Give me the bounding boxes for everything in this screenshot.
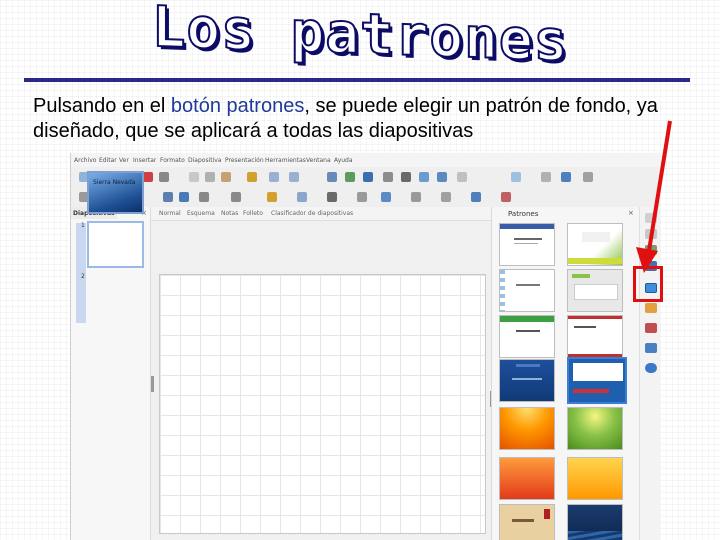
left-panel-splitter[interactable]: [151, 376, 154, 392]
cut-icon[interactable]: [189, 172, 199, 182]
pattern-template-3[interactable]: [499, 269, 555, 312]
menu-presentacion[interactable]: Presentación: [225, 157, 264, 164]
tab-notas[interactable]: Notas: [221, 210, 238, 217]
slide-thumbnail-2[interactable]: [87, 221, 144, 268]
slide-number-1: 1: [81, 222, 85, 229]
app-screenshot: Archivo Editar Ver Insertar Formato Diap…: [70, 153, 660, 540]
tab-folleto[interactable]: Folleto: [243, 210, 263, 217]
pattern-template-14[interactable]: [567, 504, 623, 540]
flowchart-icon[interactable]: [327, 192, 337, 202]
menu-editar[interactable]: Editar: [99, 157, 117, 164]
menu-herramientas[interactable]: Herramientas: [265, 157, 306, 164]
extrusion-icon[interactable]: [501, 192, 511, 202]
slide-thumbnail-1[interactable]: Sierra Nevada: [87, 171, 144, 214]
pattern-template-1[interactable]: [499, 223, 555, 266]
align-icon[interactable]: [441, 192, 451, 202]
menu-ver[interactable]: Ver: [119, 157, 129, 164]
connector-icon[interactable]: [199, 192, 209, 202]
fontwork-icon[interactable]: [401, 172, 411, 182]
patterns-panel-title: Patrones: [508, 210, 539, 218]
chart-icon[interactable]: [363, 172, 373, 182]
menu-ayuda[interactable]: Ayuda: [334, 157, 353, 164]
ellipse-icon[interactable]: [179, 192, 189, 202]
pattern-template-10[interactable]: [567, 407, 623, 450]
copy-icon[interactable]: [205, 172, 215, 182]
presentation-icon[interactable]: [561, 172, 571, 182]
help-icon[interactable]: [645, 363, 657, 373]
callout-arrow-icon: [636, 120, 672, 273]
points-icon[interactable]: [411, 192, 421, 202]
tab-esquema[interactable]: Esquema: [187, 210, 215, 217]
hyperlink-icon[interactable]: [419, 172, 429, 182]
pattern-template-9[interactable]: [499, 407, 555, 450]
slide-number-column-2: [76, 273, 86, 323]
zoom-icon[interactable]: [457, 172, 467, 182]
menu-insertar[interactable]: Insertar: [133, 157, 156, 164]
slide-description: Pulsando en el botón patrones, se puede …: [33, 94, 693, 144]
pattern-template-11[interactable]: [499, 457, 555, 500]
standard-toolbar: [71, 167, 660, 188]
options-icon[interactable]: [583, 172, 593, 182]
transition-icon[interactable]: [645, 323, 657, 333]
symbol-shapes-icon[interactable]: [267, 192, 277, 202]
basic-shapes-icon[interactable]: [231, 192, 241, 202]
rectangle-icon[interactable]: [163, 192, 173, 202]
tab-clasificador[interactable]: Clasificador de diapositivas: [271, 210, 353, 217]
pattern-template-6[interactable]: [567, 315, 623, 358]
slide-page[interactable]: [159, 274, 486, 534]
desc-part-1: Pulsando en el: [33, 95, 171, 117]
menu-diapositiva[interactable]: Diapositiva: [188, 157, 221, 164]
menu-archivo[interactable]: Archivo: [74, 157, 96, 164]
image-icon[interactable]: [345, 172, 355, 182]
slide-layout-icon[interactable]: [511, 172, 521, 182]
menu-formato[interactable]: Formato: [160, 157, 185, 164]
desc-highlight: botón patrones: [170, 95, 305, 117]
arrows-icon[interactable]: [297, 192, 307, 202]
print-icon[interactable]: [159, 172, 169, 182]
table-icon[interactable]: [327, 172, 337, 182]
undo-icon[interactable]: [269, 172, 279, 182]
paste-icon[interactable]: [221, 172, 231, 182]
tab-normal[interactable]: Normal: [159, 210, 181, 217]
display-icon[interactable]: [541, 172, 551, 182]
callouts-icon[interactable]: [357, 192, 367, 202]
pattern-template-12[interactable]: [567, 457, 623, 500]
redo-icon[interactable]: [289, 172, 299, 182]
arrange-icon[interactable]: [471, 192, 481, 202]
title-underline: [24, 78, 690, 82]
pattern-template-7[interactable]: [499, 359, 555, 402]
slide-number-column-1: [76, 223, 86, 273]
movie-icon[interactable]: [383, 172, 393, 182]
menu-bar: Archivo Editar Ver Insertar Formato Diap…: [71, 153, 660, 167]
pdf-icon[interactable]: [143, 172, 153, 182]
shapes-icon[interactable]: [645, 343, 657, 353]
drawing-toolbar: [71, 187, 660, 208]
view-tabs: Normal Esquema Notas Folleto Clasificado…: [151, 207, 491, 221]
stars-icon[interactable]: [381, 192, 391, 202]
slide-thumbnail-1-text: Sierra Nevada: [93, 179, 136, 186]
slide-number-2: 2: [81, 273, 85, 280]
slide-canvas[interactable]: [151, 221, 493, 540]
pattern-template-5[interactable]: [499, 315, 555, 358]
menu-ventana[interactable]: Ventana: [306, 157, 331, 164]
pattern-template-8-selected[interactable]: [567, 357, 627, 404]
navigator-toolbar-icon[interactable]: [437, 172, 447, 182]
clone-format-icon[interactable]: [247, 172, 257, 182]
animation-icon[interactable]: [645, 303, 657, 313]
pattern-template-13[interactable]: [499, 504, 555, 540]
